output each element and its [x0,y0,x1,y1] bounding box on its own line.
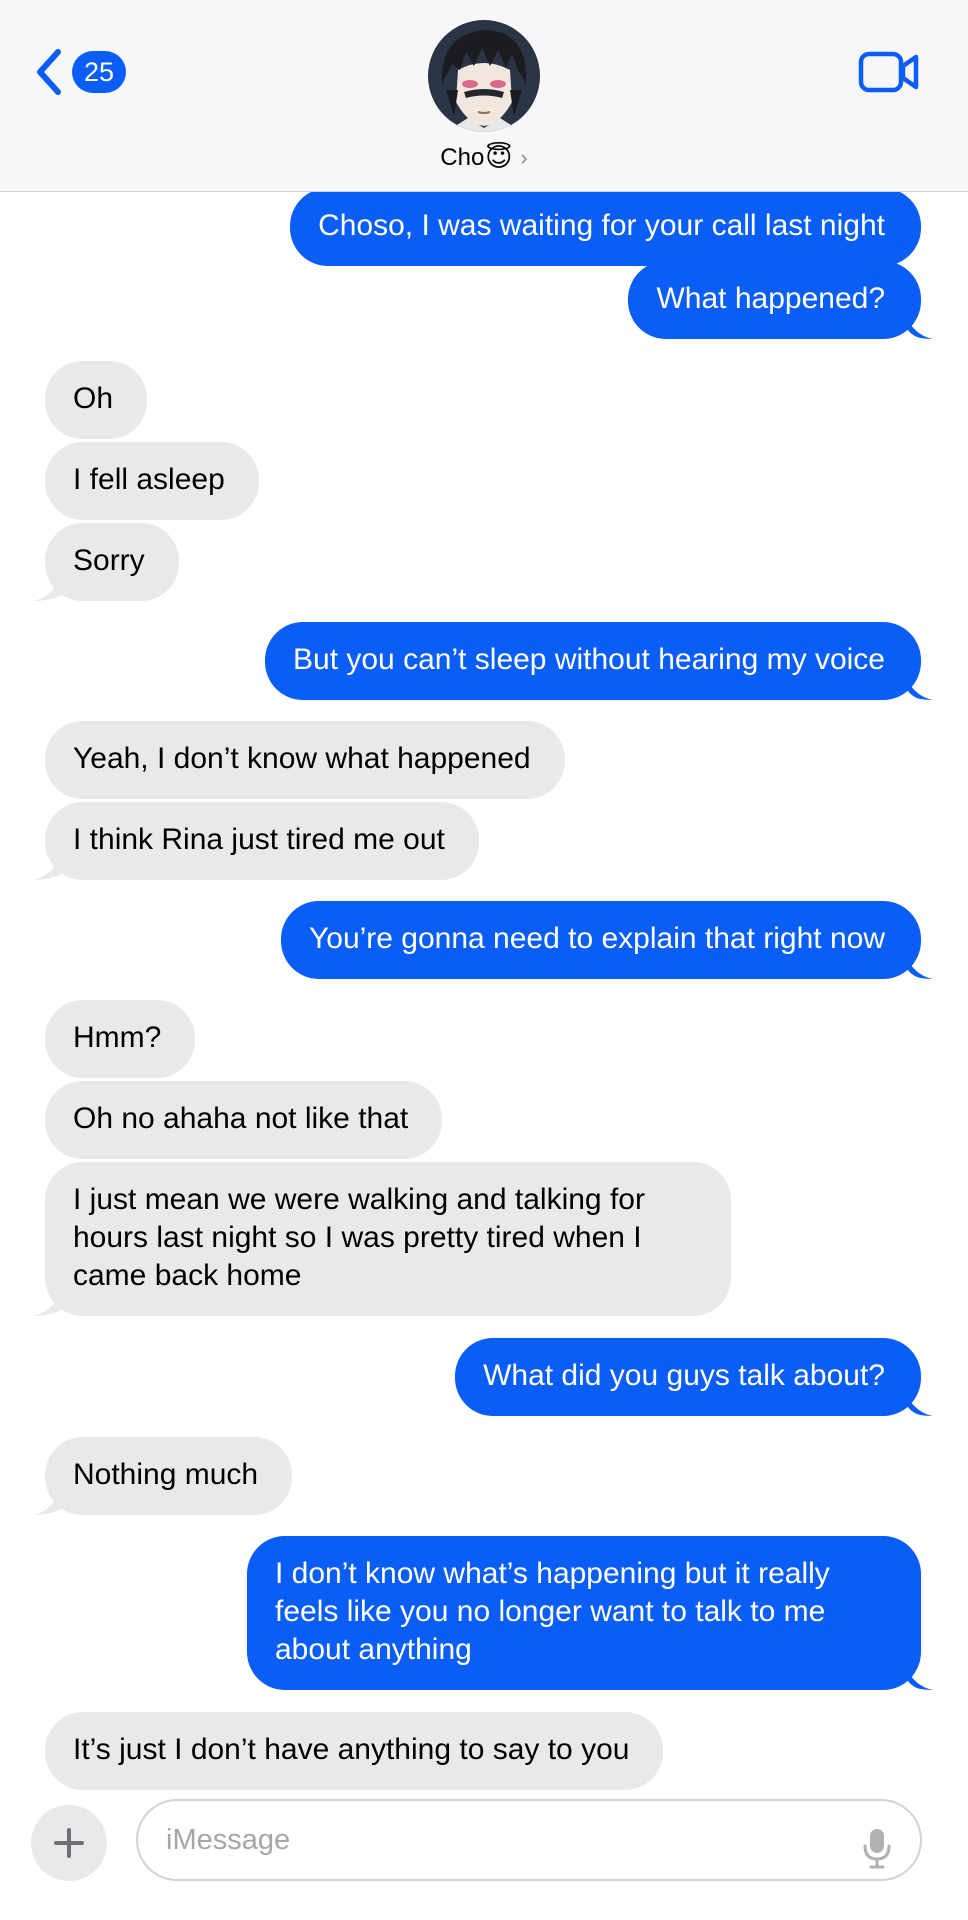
unread-count-badge: 25 [72,51,126,93]
message-input[interactable]: iMessage [136,1799,922,1881]
message-bubble-received[interactable]: Hmm? [45,1000,196,1078]
message-bubble-sent[interactable]: But you can’t sleep without hearing my v… [265,622,921,700]
message-bubble-sent[interactable]: You’re gonna need to explain that right … [281,901,921,979]
avatar-image [428,20,540,132]
chevron-left-icon [37,49,61,95]
contact-name-button[interactable]: Cho 😇 › [0,142,968,173]
message-bubble-received[interactable]: I fell asleep [45,442,259,520]
dictation-button[interactable] [862,1821,892,1899]
message-bubble-received[interactable]: Oh [45,361,148,439]
message-bubble-received[interactable]: I think Rina just tired me out [45,802,479,880]
microphone-icon [863,1829,891,1869]
conversation-header: 25 Cho � [0,0,968,192]
message-bubble-received[interactable]: Sorry [45,523,179,601]
messages-app: 25 Cho � [0,0,968,1920]
message-bubble-sent[interactable]: Choso, I was waiting for your call last … [290,188,921,266]
message-input-placeholder: iMessage [166,1824,291,1856]
message-bubble-received[interactable]: Yeah, I don’t know what happened [45,721,565,799]
message-bubble-sent[interactable]: I don’t know what’s happening but it rea… [247,1536,921,1690]
composer-bar: iMessage [0,1790,968,1920]
message-bubble-received[interactable]: I just mean we were walking and talking … [45,1162,731,1316]
back-button[interactable]: 25 [34,48,126,96]
avatar[interactable] [428,20,540,132]
add-attachment-button[interactable] [31,1805,107,1881]
plus-icon [54,1828,84,1858]
message-bubble-received[interactable]: Nothing much [45,1437,293,1515]
message-bubble-received[interactable]: It’s just I don’t have anything to say t… [45,1712,664,1790]
chevron-right-icon: › [520,144,528,170]
message-bubble-received[interactable]: Oh no ahaha not like that [45,1081,443,1159]
video-camera-icon [858,51,919,93]
video-call-button[interactable] [858,50,920,99]
contact-emoji: 😇 [485,142,513,172]
message-bubble-sent[interactable]: What happened? [628,261,921,339]
message-bubble-sent[interactable]: What did you guys talk about? [455,1338,921,1416]
contact-name: Cho [440,143,485,171]
